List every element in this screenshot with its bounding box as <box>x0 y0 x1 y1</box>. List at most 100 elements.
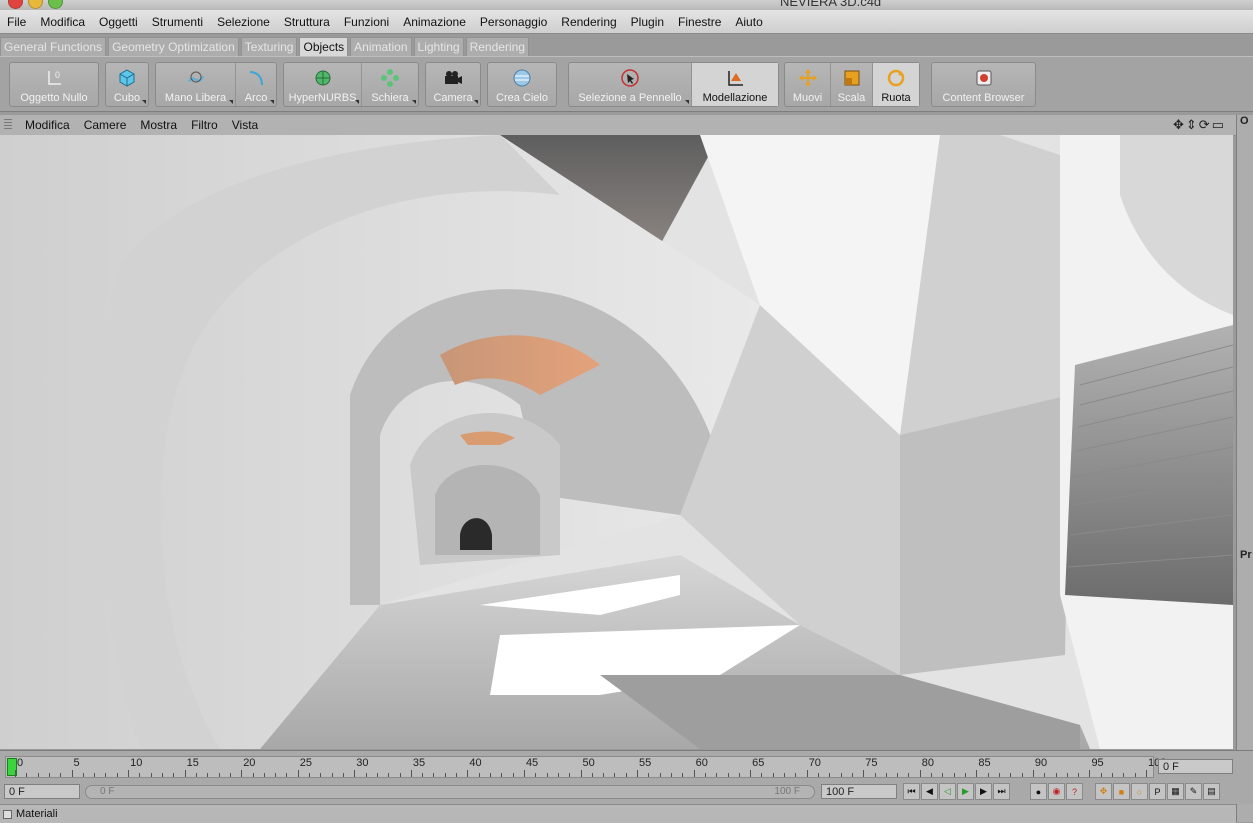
zoom-window-button[interactable] <box>48 0 63 9</box>
timeline-tick-mark <box>297 770 299 777</box>
brush-select-button[interactable]: Selezione a Pennello <box>569 63 692 106</box>
menu-edit[interactable]: Modifica <box>33 15 92 29</box>
panel-grip-icon[interactable] <box>4 119 12 131</box>
camera-button[interactable]: Camera <box>426 63 480 106</box>
timeline-tick-mark <box>365 773 367 777</box>
timeline-tick-mark <box>874 773 876 777</box>
tab-lighting[interactable]: Lighting <box>413 37 464 56</box>
freehand-button[interactable]: Mano Libera <box>156 63 236 106</box>
hypernurbs-button[interactable]: HyperNURBS <box>284 63 362 106</box>
key-rotation-icon[interactable]: ○ <box>1131 783 1148 800</box>
timeline-window-icon[interactable]: ▤ <box>1203 783 1220 800</box>
menu-structure[interactable]: Struttura <box>277 15 337 29</box>
timeline-tick-mark <box>716 773 718 777</box>
timeline-tick-mark <box>998 773 1000 777</box>
svg-text:0: 0 <box>55 70 60 80</box>
key-scale-icon[interactable]: ■ <box>1113 783 1130 800</box>
timeline-ruler[interactable]: 0510152025303540455055606570758085909510… <box>5 756 1166 778</box>
dolly-icon[interactable]: ⇕ <box>1186 117 1199 132</box>
end-frame-field[interactable]: 100 F <box>821 784 897 799</box>
main-menubar: File Modifica Oggetti Strumenti Selezion… <box>0 10 1253 34</box>
key-pla-icon[interactable]: ▦ <box>1167 783 1184 800</box>
timeline-tick-mark <box>128 770 130 777</box>
minimize-window-button[interactable] <box>28 0 43 9</box>
tab-geometry-optimization[interactable]: Geometry Optimization <box>108 37 239 56</box>
menu-windows[interactable]: Finestre <box>671 15 728 29</box>
camera-label: Camera <box>433 92 473 104</box>
tab-general-functions[interactable]: General Functions <box>0 37 107 56</box>
timeline-bar: 0510152025303540455055606570758085909510… <box>0 750 1253 781</box>
viewport-menu-cameras[interactable]: Camere <box>77 118 134 132</box>
tab-texturing[interactable]: Texturing <box>240 37 298 56</box>
timeline-tick-mark <box>580 770 582 777</box>
viewport-menu-filter[interactable]: Filtro <box>184 118 225 132</box>
menu-tools[interactable]: Strumenti <box>145 15 210 29</box>
timeline-tick-mark <box>444 773 446 777</box>
current-frame-field[interactable]: 0 F <box>1158 759 1233 774</box>
key-position-icon[interactable]: ✥ <box>1095 783 1112 800</box>
arc-button[interactable]: Arco <box>236 63 276 106</box>
timeline-tick-label: 10 <box>130 757 143 769</box>
timeline-tick-mark <box>1123 773 1125 777</box>
timeline-tick-mark <box>1089 770 1091 777</box>
timeline-tick-mark <box>275 773 277 777</box>
viewport-menu-view[interactable]: Vista <box>225 118 265 132</box>
camera-group: Camera <box>425 62 481 107</box>
toggle-view-icon[interactable]: ▭ <box>1212 117 1226 132</box>
next-frame-icon[interactable]: ▶ <box>975 783 992 800</box>
timeline-tick-label: 30 <box>356 757 369 769</box>
play-forward-icon[interactable]: ▶ <box>957 783 974 800</box>
timeline-tick-mark <box>942 773 944 777</box>
keyframe-selection-icon[interactable]: ? <box>1066 783 1083 800</box>
menu-selection[interactable]: Selezione <box>210 15 277 29</box>
materials-panel-toggle[interactable] <box>3 810 12 819</box>
start-frame-field[interactable]: 0 F <box>4 784 80 799</box>
array-button[interactable]: Schiera <box>362 63 418 106</box>
timeline-tick-mark <box>456 773 458 777</box>
range-slider[interactable]: 0 F 100 F <box>85 785 815 799</box>
close-window-button[interactable] <box>8 0 23 9</box>
timeline-tick-mark <box>1078 773 1080 777</box>
tab-objects[interactable]: Objects <box>299 37 349 56</box>
autokey-icon[interactable]: ◉ <box>1048 783 1065 800</box>
go-to-end-icon[interactable]: ⏭ <box>993 783 1010 800</box>
play-backward-icon[interactable]: ◁ <box>939 783 956 800</box>
range-end-label: 100 F <box>774 786 800 797</box>
record-icon[interactable]: ● <box>1030 783 1047 800</box>
cube-button[interactable]: Cubo <box>106 63 148 106</box>
scheme-icon[interactable]: ✎ <box>1185 783 1202 800</box>
tab-animation[interactable]: Animation <box>350 37 412 56</box>
prev-frame-icon[interactable]: ◀ <box>921 783 938 800</box>
move-button[interactable]: Muovi <box>785 63 831 106</box>
scale-button[interactable]: Scala <box>831 63 873 106</box>
viewport-menu-edit[interactable]: Modifica <box>18 118 77 132</box>
menu-rendering[interactable]: Rendering <box>554 15 623 29</box>
mode-group: Selezione a Pennello Modellazione <box>568 62 779 107</box>
rotate-button[interactable]: Ruota <box>873 63 919 106</box>
viewport-menu-display[interactable]: Mostra <box>133 118 184 132</box>
menu-character[interactable]: Personaggio <box>473 15 554 29</box>
go-to-start-icon[interactable]: ⏮ <box>903 783 920 800</box>
menu-functions[interactable]: Funzioni <box>337 15 396 29</box>
timeline-tick-mark <box>772 773 774 777</box>
menu-animation[interactable]: Animazione <box>396 15 473 29</box>
transport-bar: 0 F 0 F 100 F 100 F ⏮ ◀ ◁ ▶ ▶ ⏭ ● ◉ ? ✥ … <box>0 780 1253 804</box>
pan-icon[interactable]: ✥ <box>1173 117 1186 132</box>
menu-file[interactable]: File <box>0 15 33 29</box>
content-browser-button[interactable]: Content Browser <box>932 63 1035 106</box>
tab-rendering[interactable]: Rendering <box>465 37 529 56</box>
null-object-button[interactable]: 0 Oggetto Nullo <box>10 63 98 106</box>
modeling-button[interactable]: Modellazione <box>692 63 778 106</box>
create-sky-button[interactable]: Crea Cielo <box>488 63 556 106</box>
timeline-tick-label: 50 <box>582 757 595 769</box>
key-parameter-icon[interactable]: P <box>1149 783 1166 800</box>
menu-objects[interactable]: Oggetti <box>92 15 145 29</box>
menu-plugin[interactable]: Plugin <box>624 15 671 29</box>
timeline-tick-label: 90 <box>1034 757 1048 769</box>
orbit-icon[interactable]: ⟳ <box>1199 117 1212 132</box>
menu-help[interactable]: Aiuto <box>728 15 769 29</box>
key-filter-controls: ✥ ■ ○ P ▦ ✎ ▤ <box>1095 783 1221 800</box>
timeline-tick-mark <box>139 773 141 777</box>
command-toolbar: 0 Oggetto Nullo Cubo Mano Libera Arco Hy… <box>0 56 1253 112</box>
3d-viewport[interactable] <box>0 135 1233 749</box>
